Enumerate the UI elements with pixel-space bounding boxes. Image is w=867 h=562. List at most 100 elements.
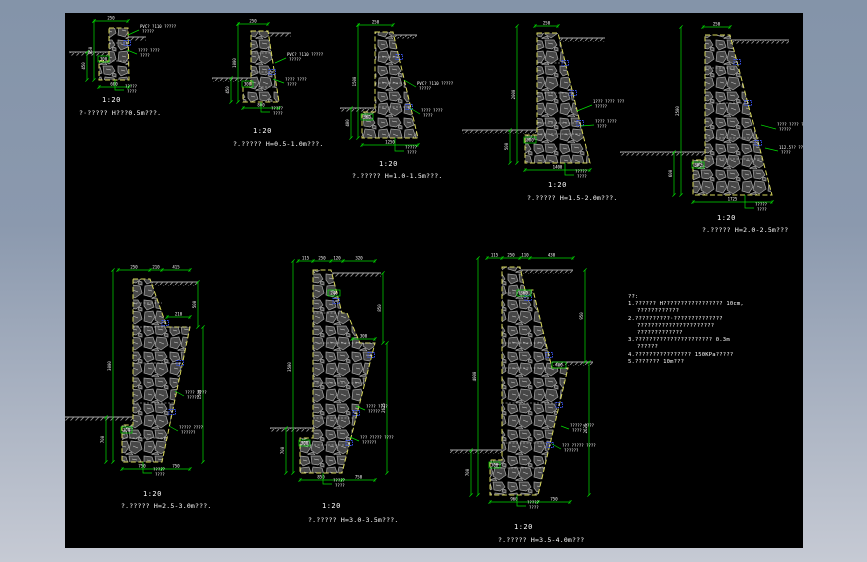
dim-label: 4000 bbox=[472, 371, 477, 381]
dim-label: 3500 bbox=[287, 362, 292, 372]
drawing-4-title: ?.????? H=1.5-2.0m???. bbox=[527, 194, 618, 202]
dim-label: 3000 bbox=[107, 361, 112, 371]
leader-annotation: ????? bbox=[368, 409, 381, 414]
note-line: 4.???????????????? 150KPa????? bbox=[628, 351, 734, 358]
cad-workspace: { "palette": { "dim_color": "#00dd00", "… bbox=[0, 0, 867, 562]
dim-label: 850 bbox=[317, 475, 325, 480]
ground-hatch bbox=[150, 282, 198, 286]
dim-label: 250 bbox=[713, 22, 721, 27]
leader-annotation: ???? bbox=[597, 124, 607, 129]
dim-label: 2000 bbox=[511, 89, 516, 99]
ground-hatch bbox=[268, 33, 291, 37]
dim-label: 115 bbox=[491, 253, 499, 258]
ground-hatch bbox=[331, 273, 381, 277]
wall-section-drawing-1: 250600850450300PVC? ?110 ?????????????? … bbox=[69, 16, 177, 94]
drawing-canvas[interactable]: 250 600 850 450 300 PVC? ?110 ?????????????? … bbox=[65, 13, 803, 548]
dim-label: 850 bbox=[377, 304, 382, 312]
dim-label: 500 bbox=[192, 300, 197, 308]
leader-annotation: ????? bbox=[595, 104, 608, 109]
leader-line bbox=[394, 138, 404, 152]
leader-line bbox=[564, 163, 574, 176]
leader-line bbox=[403, 79, 417, 88]
dim-label: 500 bbox=[504, 142, 509, 150]
dim-label: 210 bbox=[175, 312, 183, 317]
leader-annotation: ???? bbox=[572, 428, 582, 433]
dim-label: 250 bbox=[507, 253, 515, 258]
dim-label: 210 bbox=[152, 265, 160, 270]
dim-label: 400 bbox=[555, 363, 563, 368]
note-line: ???????????? bbox=[637, 308, 680, 315]
dim-label: 450 bbox=[225, 86, 230, 94]
wall-section-body bbox=[524, 32, 591, 164]
leader-annotation: ???? bbox=[781, 150, 791, 155]
dim-label: 850 bbox=[88, 46, 93, 54]
drawing-6-scale: 1:20 bbox=[143, 490, 162, 498]
wall-section-drawing-8: 115 250 110 430960 7504000700950262530036040… bbox=[450, 253, 596, 510]
dim-label: 415 bbox=[172, 265, 180, 270]
note-line: ????????????? bbox=[637, 330, 683, 337]
dim-label: 250 bbox=[318, 256, 326, 261]
drawing-5-title: ?.????? H=2.0-2.5m??? bbox=[702, 226, 789, 234]
dim-label: 300 bbox=[244, 82, 252, 87]
dim-label: 950 bbox=[579, 312, 584, 320]
leader-annotation: ???? bbox=[287, 82, 297, 87]
dim-label: 300 bbox=[100, 57, 108, 62]
dim-label: 750 bbox=[355, 475, 363, 480]
dim-label: 450 bbox=[81, 62, 86, 70]
leader-annotation: ?????? bbox=[362, 440, 377, 445]
wall-section-drawing-7: 115 250 120 320300850 7503500700850262530024… bbox=[270, 256, 394, 488]
note-line: 1.?????? H????????????????? 10cm, bbox=[628, 301, 744, 308]
dim-label: 250 bbox=[249, 19, 257, 24]
dim-label: 110 bbox=[521, 253, 529, 258]
dim-label: 250 bbox=[107, 16, 115, 21]
dim-label: 400 bbox=[345, 119, 350, 127]
dim-label: 120 bbox=[333, 256, 341, 261]
drawing-2-scale: 1:20 bbox=[253, 127, 272, 135]
wall-section-drawing-3: 25012501500400300PVC? ?110 ?????????????… bbox=[340, 20, 454, 155]
leader-annotation: ???? bbox=[757, 207, 767, 212]
leader-annotation: ???? bbox=[155, 472, 165, 477]
wall-section-drawing-2: 2508001000450300PVC? ?110 ??????????????… bbox=[212, 19, 324, 116]
dim-label: 1500 bbox=[352, 76, 357, 86]
wall-section-drawing-5: 25017252500600300???? ???? ????????112.5… bbox=[620, 22, 803, 212]
leader-annotation: ????? bbox=[419, 86, 432, 91]
wall-section-body bbox=[489, 266, 569, 496]
leader-line bbox=[516, 495, 526, 507]
drawing-1-scale: 1:20 bbox=[102, 96, 121, 104]
dim-label: 300 bbox=[363, 115, 371, 120]
leader-line bbox=[560, 425, 570, 430]
dim-label: 360 bbox=[520, 291, 528, 296]
ground-hatch bbox=[558, 38, 605, 42]
ground-hatch bbox=[393, 35, 417, 39]
leader-line bbox=[168, 425, 179, 432]
ground-hatch bbox=[462, 130, 537, 134]
leader-annotation: ???? bbox=[127, 89, 137, 94]
drawing-3-title: ?.????? H=1.0-1.5m???. bbox=[352, 172, 443, 180]
ground-hatch bbox=[340, 108, 375, 112]
dim-label: 700 bbox=[100, 435, 105, 443]
dim-label: 300 bbox=[301, 441, 309, 446]
leader-annotation: ???? bbox=[577, 174, 587, 179]
drawing-6-title: ?.????? H=2.5-3.0m???. bbox=[121, 502, 212, 510]
leader-annotation: ???? bbox=[407, 150, 417, 155]
dim-label: 115 bbox=[302, 256, 310, 261]
leader-line bbox=[127, 29, 140, 36]
notes-heading: ??: bbox=[628, 294, 639, 300]
ground-hatch bbox=[450, 450, 502, 454]
dim-label: 700 bbox=[280, 446, 285, 454]
leader-line bbox=[274, 57, 287, 64]
drawing-1-title: ?·????? H???0.5m???. bbox=[79, 109, 162, 117]
ground-hatch bbox=[65, 417, 133, 421]
ground-hatch bbox=[270, 428, 313, 432]
ground-hatch bbox=[520, 270, 573, 274]
dim-label: 750 bbox=[550, 497, 558, 502]
leader-annotation: ???? bbox=[529, 505, 539, 510]
leader-line bbox=[760, 124, 777, 130]
dim-label: 700 bbox=[465, 468, 470, 476]
wall-section-body bbox=[361, 31, 419, 139]
drawing-3-scale: 1:20 bbox=[379, 160, 398, 168]
dim-label: 300 bbox=[491, 463, 499, 468]
drawing-4-scale: 1:20 bbox=[548, 181, 567, 189]
drawing-5-scale: 1:20 bbox=[717, 214, 736, 222]
drawing-8-scale: 1:20 bbox=[514, 523, 533, 531]
